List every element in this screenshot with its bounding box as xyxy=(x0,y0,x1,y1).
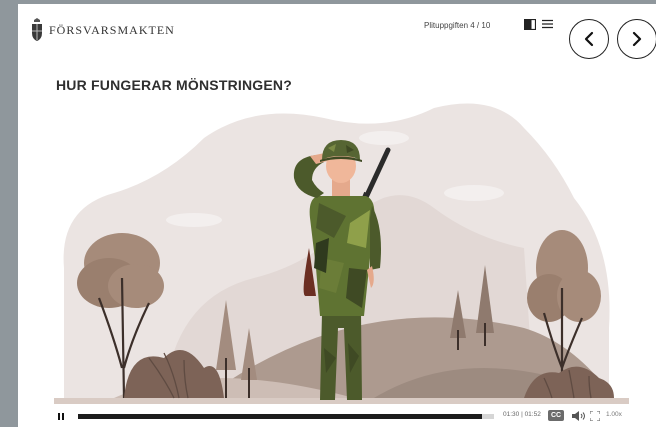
video-controls: 01:30 | 01:52 CC 1.00x xyxy=(54,408,629,424)
task-progress-label: Plituppgiften 4 / 10 xyxy=(424,21,491,30)
brand-logo: FÖRSVARSMAKTEN xyxy=(30,18,175,42)
crest-icon xyxy=(32,18,42,41)
soldier-saluting-illustration xyxy=(54,103,629,404)
book-icon[interactable] xyxy=(522,16,538,32)
brand-name: FÖRSVARSMAKTEN xyxy=(49,22,175,37)
video-player[interactable] xyxy=(54,98,629,404)
pause-button[interactable] xyxy=(54,409,68,423)
pause-icon xyxy=(58,412,64,420)
time-display: 01:30 | 01:52 xyxy=(503,411,541,418)
captions-button[interactable]: CC xyxy=(548,410,564,421)
chevron-right-icon xyxy=(632,31,642,47)
fullscreen-icon[interactable] xyxy=(590,411,600,421)
header: FÖRSVARSMAKTEN Plituppgiften 4 / 10 xyxy=(18,4,656,66)
app-frame: FÖRSVARSMAKTEN Plituppgiften 4 / 10 HUR … xyxy=(18,4,656,427)
volume-icon[interactable] xyxy=(572,411,586,421)
next-button[interactable] xyxy=(617,19,656,59)
previous-button[interactable] xyxy=(569,19,609,59)
seek-bar[interactable] xyxy=(78,414,494,419)
chevron-left-icon xyxy=(584,31,594,47)
seek-bar-progress xyxy=(78,414,482,419)
menu-icon[interactable] xyxy=(539,16,555,32)
page-title: HUR FUNGERAR MÖNSTRINGEN? xyxy=(56,77,292,93)
playback-speed[interactable]: 1.00x xyxy=(606,411,622,418)
